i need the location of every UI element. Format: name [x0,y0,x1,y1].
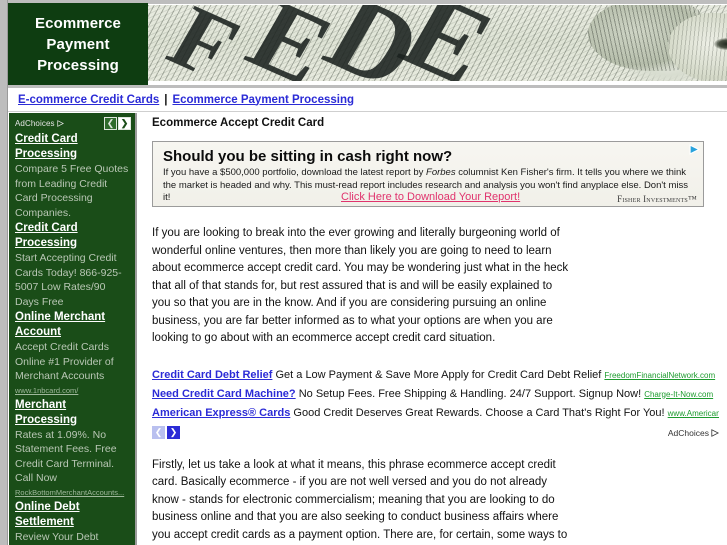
sidebar-ad-desc: Accept Credit Cards Online #1 Provider o… [15,341,114,382]
sidebar-ad-title[interactable]: Online Debt Settlement [15,500,131,530]
inline-ad-title[interactable]: Need Credit Card Machine? [152,388,296,400]
sidebar-ad-title[interactable]: Credit Card Processing [15,221,131,251]
banner-ad-cta-link[interactable]: Click Here to Download Your Report! [341,191,520,203]
inline-ad-row[interactable]: Need Credit Card Machine? No Setup Fees.… [152,385,719,404]
site-logo-line-3: Processing [37,56,119,74]
sidebar-ad-title[interactable]: Merchant Processing [15,398,131,428]
inline-ad-row[interactable]: Credit Card Debt Relief Get a Low Paymen… [152,366,719,385]
sidebar-ad-url[interactable]: www.1nbcard.com/ [15,384,131,397]
site-logo[interactable]: Ecommerce Payment Processing [8,3,148,85]
sidebar-ad-url[interactable]: RockBottomMerchantAccounts... [15,486,131,499]
sidebar-ad-desc: Start Accepting Credit Cards Today! 866-… [15,252,122,308]
breadcrumb: E-commerce Credit Cards | Ecommerce Paym… [8,88,727,112]
sidebar-ad-title[interactable]: Credit Card Processing [15,132,131,162]
inline-ad-title[interactable]: American Express® Cards [152,407,290,419]
nav-link-ecommerce-payment-processing[interactable]: Ecommerce Payment Processing [172,94,354,106]
main-content: Ecommerce Accept Credit Card Should you … [152,113,727,545]
nav-link-ecommerce-credit-cards[interactable]: E-commerce Credit Cards [18,94,159,106]
page-root: Ecommerce Payment Processing F E D E E-c… [0,0,727,545]
inline-ad-url[interactable]: Charge-It-Now.com [644,390,713,399]
article-paragraph-1: If you are looking to break into the eve… [152,227,569,344]
inline-text-ads: Credit Card Debt Relief Get a Low Paymen… [152,366,719,441]
sidebar-adchoices-row: AdChoices ❮ ❯ [15,116,131,130]
inline-ad-url[interactable]: www.AmericanExpress.c [668,409,719,418]
nav-separator: | [164,93,168,106]
banner-body-part1: If you have a $500,000 portfolio, downlo… [163,167,427,178]
sidebar-next-arrow-icon[interactable]: ❯ [118,116,131,130]
sidebar-ad-item[interactable]: Credit Card Processing Start Accepting C… [15,221,131,309]
inline-ads-adchoices[interactable]: AdChoices [668,428,719,438]
inline-ad-row[interactable]: American Express® Cards Good Credit Dese… [152,404,719,423]
dollar-bill-banner-image: F E D E [148,5,727,81]
banner-ad-headline: Should you be sitting in cash right now? [163,148,453,165]
sidebar-prev-arrow-icon[interactable]: ❮ [104,116,117,130]
sidebar-ad-pager: ❮ ❯ [104,116,131,130]
site-header: Ecommerce Payment Processing F E D E [8,0,727,88]
inline-ad-desc: Get a Low Payment & Save More Apply for … [275,368,602,381]
sidebar-ad-item[interactable]: Online Debt Settlement Review Your Debt … [15,500,131,545]
inline-ad-desc: No Setup Fees. Free Shipping & Handling.… [298,387,642,400]
sidebar-ad-title[interactable]: Online Merchant Account [15,310,131,340]
adchoices-triangle-icon [711,428,719,437]
sidebar-ad-item[interactable]: Merchant Processing Rates at 1.09%. No S… [15,398,131,499]
sidebar-ad-item[interactable]: Credit Card Processing Compare 5 Free Qu… [15,132,131,220]
banner-ad[interactable]: Should you be sitting in cash right now?… [152,141,704,207]
sidebar-adchoices-label[interactable]: AdChoices [15,118,65,128]
sidebar-ad-item[interactable]: Online Merchant Account Accept Credit Ca… [15,310,131,397]
article-paragraph-2: Firstly, let us take a look at what it m… [152,458,568,541]
inline-ads-prev-arrow-icon[interactable]: ❮ [152,426,165,439]
adchoices-triangle-icon[interactable] [689,144,700,155]
inline-ads-pager: ❮ ❯ [152,426,180,439]
sidebar-ad-desc: Rates at 1.09%. No Statement Fees. Free … [15,428,117,485]
sidebar-ad-desc: Review Your Debt Settlement Options [15,530,99,543]
sidebar-ad-panel: AdChoices ❮ ❯ Credit Card Processing Com… [9,113,137,545]
site-logo-line-1: Ecommerce [35,14,121,32]
banner-body-italic: Forbes [426,167,456,178]
adchoices-triangle-icon [57,119,65,127]
site-logo-line-2: Payment [46,35,110,53]
inline-ad-desc: Good Credit Deserves Great Rewards. Choo… [293,406,665,419]
sidebar-adchoices-text: AdChoices [15,118,55,128]
inline-ads-footer: ❮ ❯ AdChoices [152,425,719,441]
left-gutter [0,0,8,545]
sidebar-ad-desc: Compare 5 Free Quotes from Leading Credi… [15,163,129,219]
inline-ads-adchoices-text: AdChoices [667,427,709,438]
inline-ads-next-arrow-icon[interactable]: ❯ [167,426,180,439]
inline-ad-title[interactable]: Credit Card Debt Relief [152,369,272,381]
banner-ad-brand: Fisher Investments™ [617,194,697,204]
page-title: Ecommerce Accept Credit Card [152,117,325,129]
inline-ad-url[interactable]: FreedomFinancialNetwork.com [604,371,715,380]
